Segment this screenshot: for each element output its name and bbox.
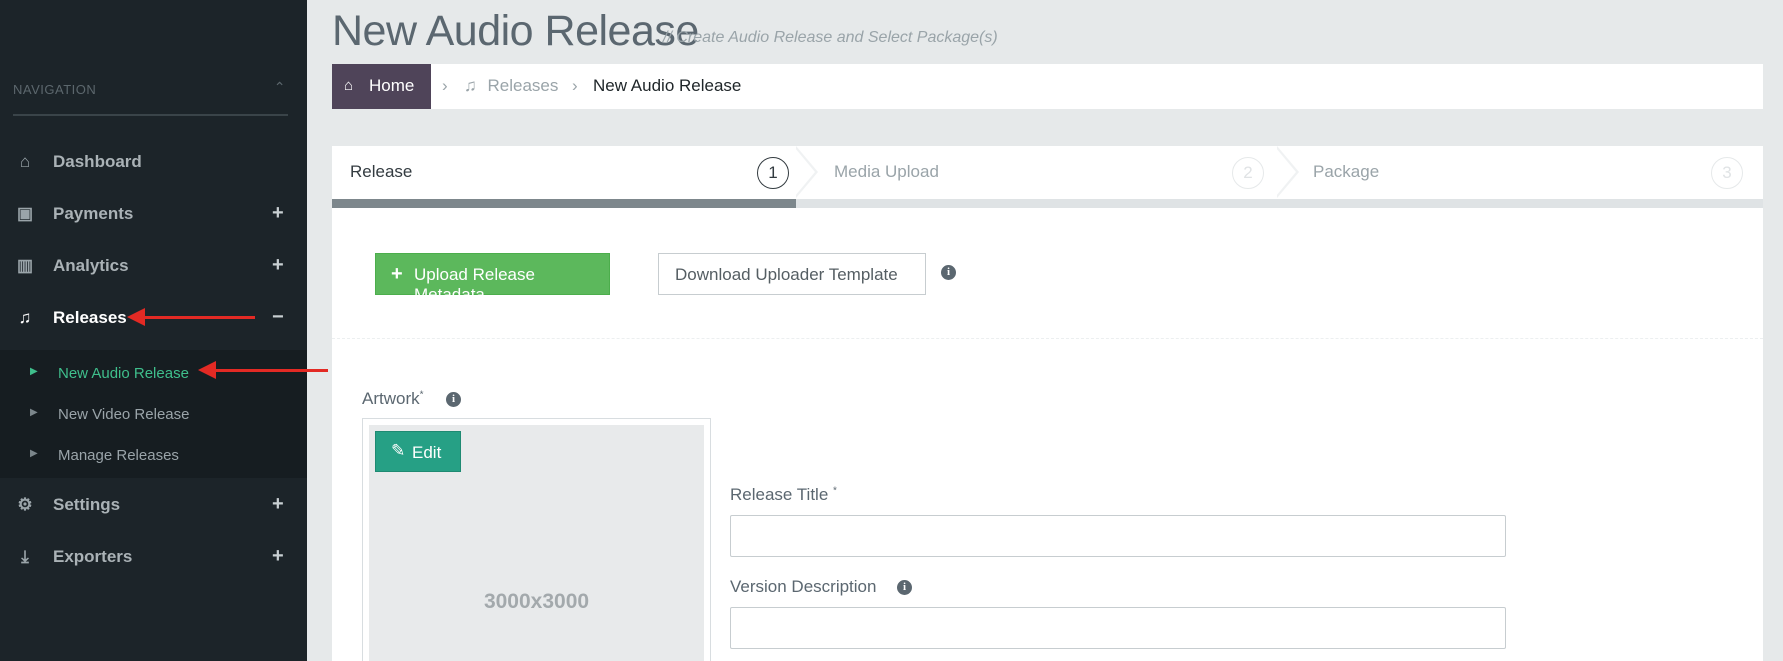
info-icon[interactable]: i	[897, 580, 912, 595]
version-description-input[interactable]	[730, 607, 1506, 649]
divider	[332, 338, 1763, 339]
edit-button-label: Edit	[412, 443, 442, 462]
subnav-item-label: New Audio Release	[58, 365, 189, 382]
sidebar-item-settings[interactable]: ⚙ Settings +	[0, 479, 307, 531]
expand-icon[interactable]: +	[272, 493, 284, 515]
wizard-step-progress	[332, 199, 796, 208]
subnav-item-label: Manage Releases	[58, 447, 179, 464]
step-chevron	[795, 146, 818, 198]
artwork-placeholder[interactable]: ✎ Edit 3000x3000	[369, 425, 704, 661]
edit-artwork-button[interactable]: ✎ Edit	[375, 431, 461, 472]
breadcrumb-current: New Audio Release	[593, 76, 742, 95]
sidebar-item-label: Releases	[53, 308, 127, 327]
subnav-item-manage-releases[interactable]: ▶ Manage Releases	[0, 438, 307, 474]
annotation-arrow-new-audio-release	[198, 361, 328, 379]
step-chevron	[1276, 146, 1299, 198]
wizard-steps: Release 1 Media Upload 2 Package 3	[332, 146, 1763, 208]
collapse-icon[interactable]: −	[272, 306, 284, 328]
wizard-step-label: Media Upload	[834, 162, 939, 181]
expand-icon[interactable]: +	[272, 202, 284, 224]
release-title-label: Release Title *	[730, 485, 837, 505]
subnav-item-new-audio-release[interactable]: ▶ New Audio Release	[0, 356, 307, 392]
wizard-step-number: 1	[757, 157, 789, 189]
download-button-label: Download Uploader Template	[675, 265, 898, 284]
sidebar-item-exporters[interactable]: ⤓ Exporters +	[0, 531, 307, 583]
release-title-input[interactable]	[730, 515, 1506, 557]
breadcrumb-separator: ›	[572, 76, 578, 95]
sidebar-item-label: Settings	[53, 495, 121, 514]
sidebar: NAVIGATION ⌃ ⌂ Dashboard ▣ Payments + ▥ …	[0, 0, 307, 661]
breadcrumb-home[interactable]: ⌂ Home	[332, 64, 431, 109]
wizard-step-release[interactable]: Release 1	[332, 146, 818, 208]
expand-icon[interactable]: +	[272, 545, 284, 567]
wizard-step-media-upload[interactable]: Media Upload 2	[796, 146, 1299, 208]
upload-button-label: Upload Release Metadata...	[414, 265, 535, 304]
breadcrumb-home-label: Home	[369, 76, 415, 95]
wizard-step-package[interactable]: Package 3	[1277, 146, 1763, 208]
artwork-label-text: Artwork	[362, 389, 420, 408]
gear-icon: ⚙	[17, 495, 33, 514]
sidebar-item-label: Dashboard	[53, 152, 142, 171]
sidebar-item-dashboard[interactable]: ⌂ Dashboard	[0, 136, 307, 188]
caret-right-icon: ▶	[30, 448, 38, 459]
money-icon: ▣	[16, 204, 34, 223]
page-subtitle: // Create Audio Release and Select Packa…	[663, 29, 998, 46]
music-icon: ♫	[18, 308, 32, 327]
chevron-up-icon[interactable]: ⌃	[274, 79, 286, 96]
nav-heading-label: NAVIGATION	[13, 82, 97, 97]
bar-chart-icon: ▥	[16, 256, 34, 275]
caret-right-icon: ▶	[30, 407, 38, 418]
sidebar-item-label: Analytics	[53, 256, 129, 275]
sidebar-item-label: Payments	[53, 204, 134, 223]
sidebar-item-payments[interactable]: ▣ Payments +	[0, 188, 307, 240]
release-form-panel: + Upload Release Metadata... Download Up…	[332, 208, 1763, 661]
subnav-item-label: New Video Release	[58, 406, 190, 423]
breadcrumb-releases-label: Releases	[487, 76, 559, 95]
home-icon: ⌂	[344, 77, 354, 94]
home-icon: ⌂	[19, 152, 31, 171]
music-icon: ♫	[464, 76, 477, 95]
edit-icon: ✎	[391, 441, 406, 460]
artwork-uploader: ✎ Edit 3000x3000	[362, 418, 711, 661]
required-mark: *	[419, 389, 424, 401]
version-description-label: Version Description	[730, 577, 877, 596]
release-title-label-text: Release Title	[730, 485, 829, 504]
sidebar-item-analytics[interactable]: ▥ Analytics +	[0, 240, 307, 292]
wizard-step-number: 2	[1232, 157, 1264, 189]
required-mark: *	[833, 485, 837, 497]
nav-heading: NAVIGATION ⌃	[13, 79, 288, 116]
wizard-step-label: Package	[1313, 162, 1380, 181]
download-uploader-template-button[interactable]: Download Uploader Template	[658, 253, 926, 295]
wizard-step-progress	[1277, 199, 1763, 208]
sidebar-item-label: Exporters	[53, 547, 133, 566]
artwork-dimensions: 3000x3000	[483, 590, 590, 613]
caret-right-icon: ▶	[30, 366, 38, 377]
info-icon[interactable]: i	[446, 392, 461, 407]
wizard-step-progress	[796, 199, 1277, 208]
breadcrumb-separator: ›	[442, 76, 448, 95]
expand-icon[interactable]: +	[272, 254, 284, 276]
download-icon: ⤓	[21, 547, 29, 566]
breadcrumb-releases[interactable]: ♫ Releases	[464, 76, 558, 96]
info-icon[interactable]: i	[941, 265, 956, 280]
wizard-step-number: 3	[1711, 157, 1743, 189]
plus-icon: +	[391, 263, 403, 285]
artwork-label: Artwork*	[362, 389, 424, 409]
subnav-item-new-video-release[interactable]: ▶ New Video Release	[0, 397, 307, 433]
page-title: New Audio Release	[332, 7, 699, 55]
breadcrumb: ⌂ Home › ♫ Releases › New Audio Release	[332, 64, 1763, 109]
upload-release-metadata-button[interactable]: + Upload Release Metadata...	[375, 253, 610, 304]
annotation-arrow-releases	[127, 308, 255, 326]
wizard-step-label: Release	[350, 162, 413, 181]
